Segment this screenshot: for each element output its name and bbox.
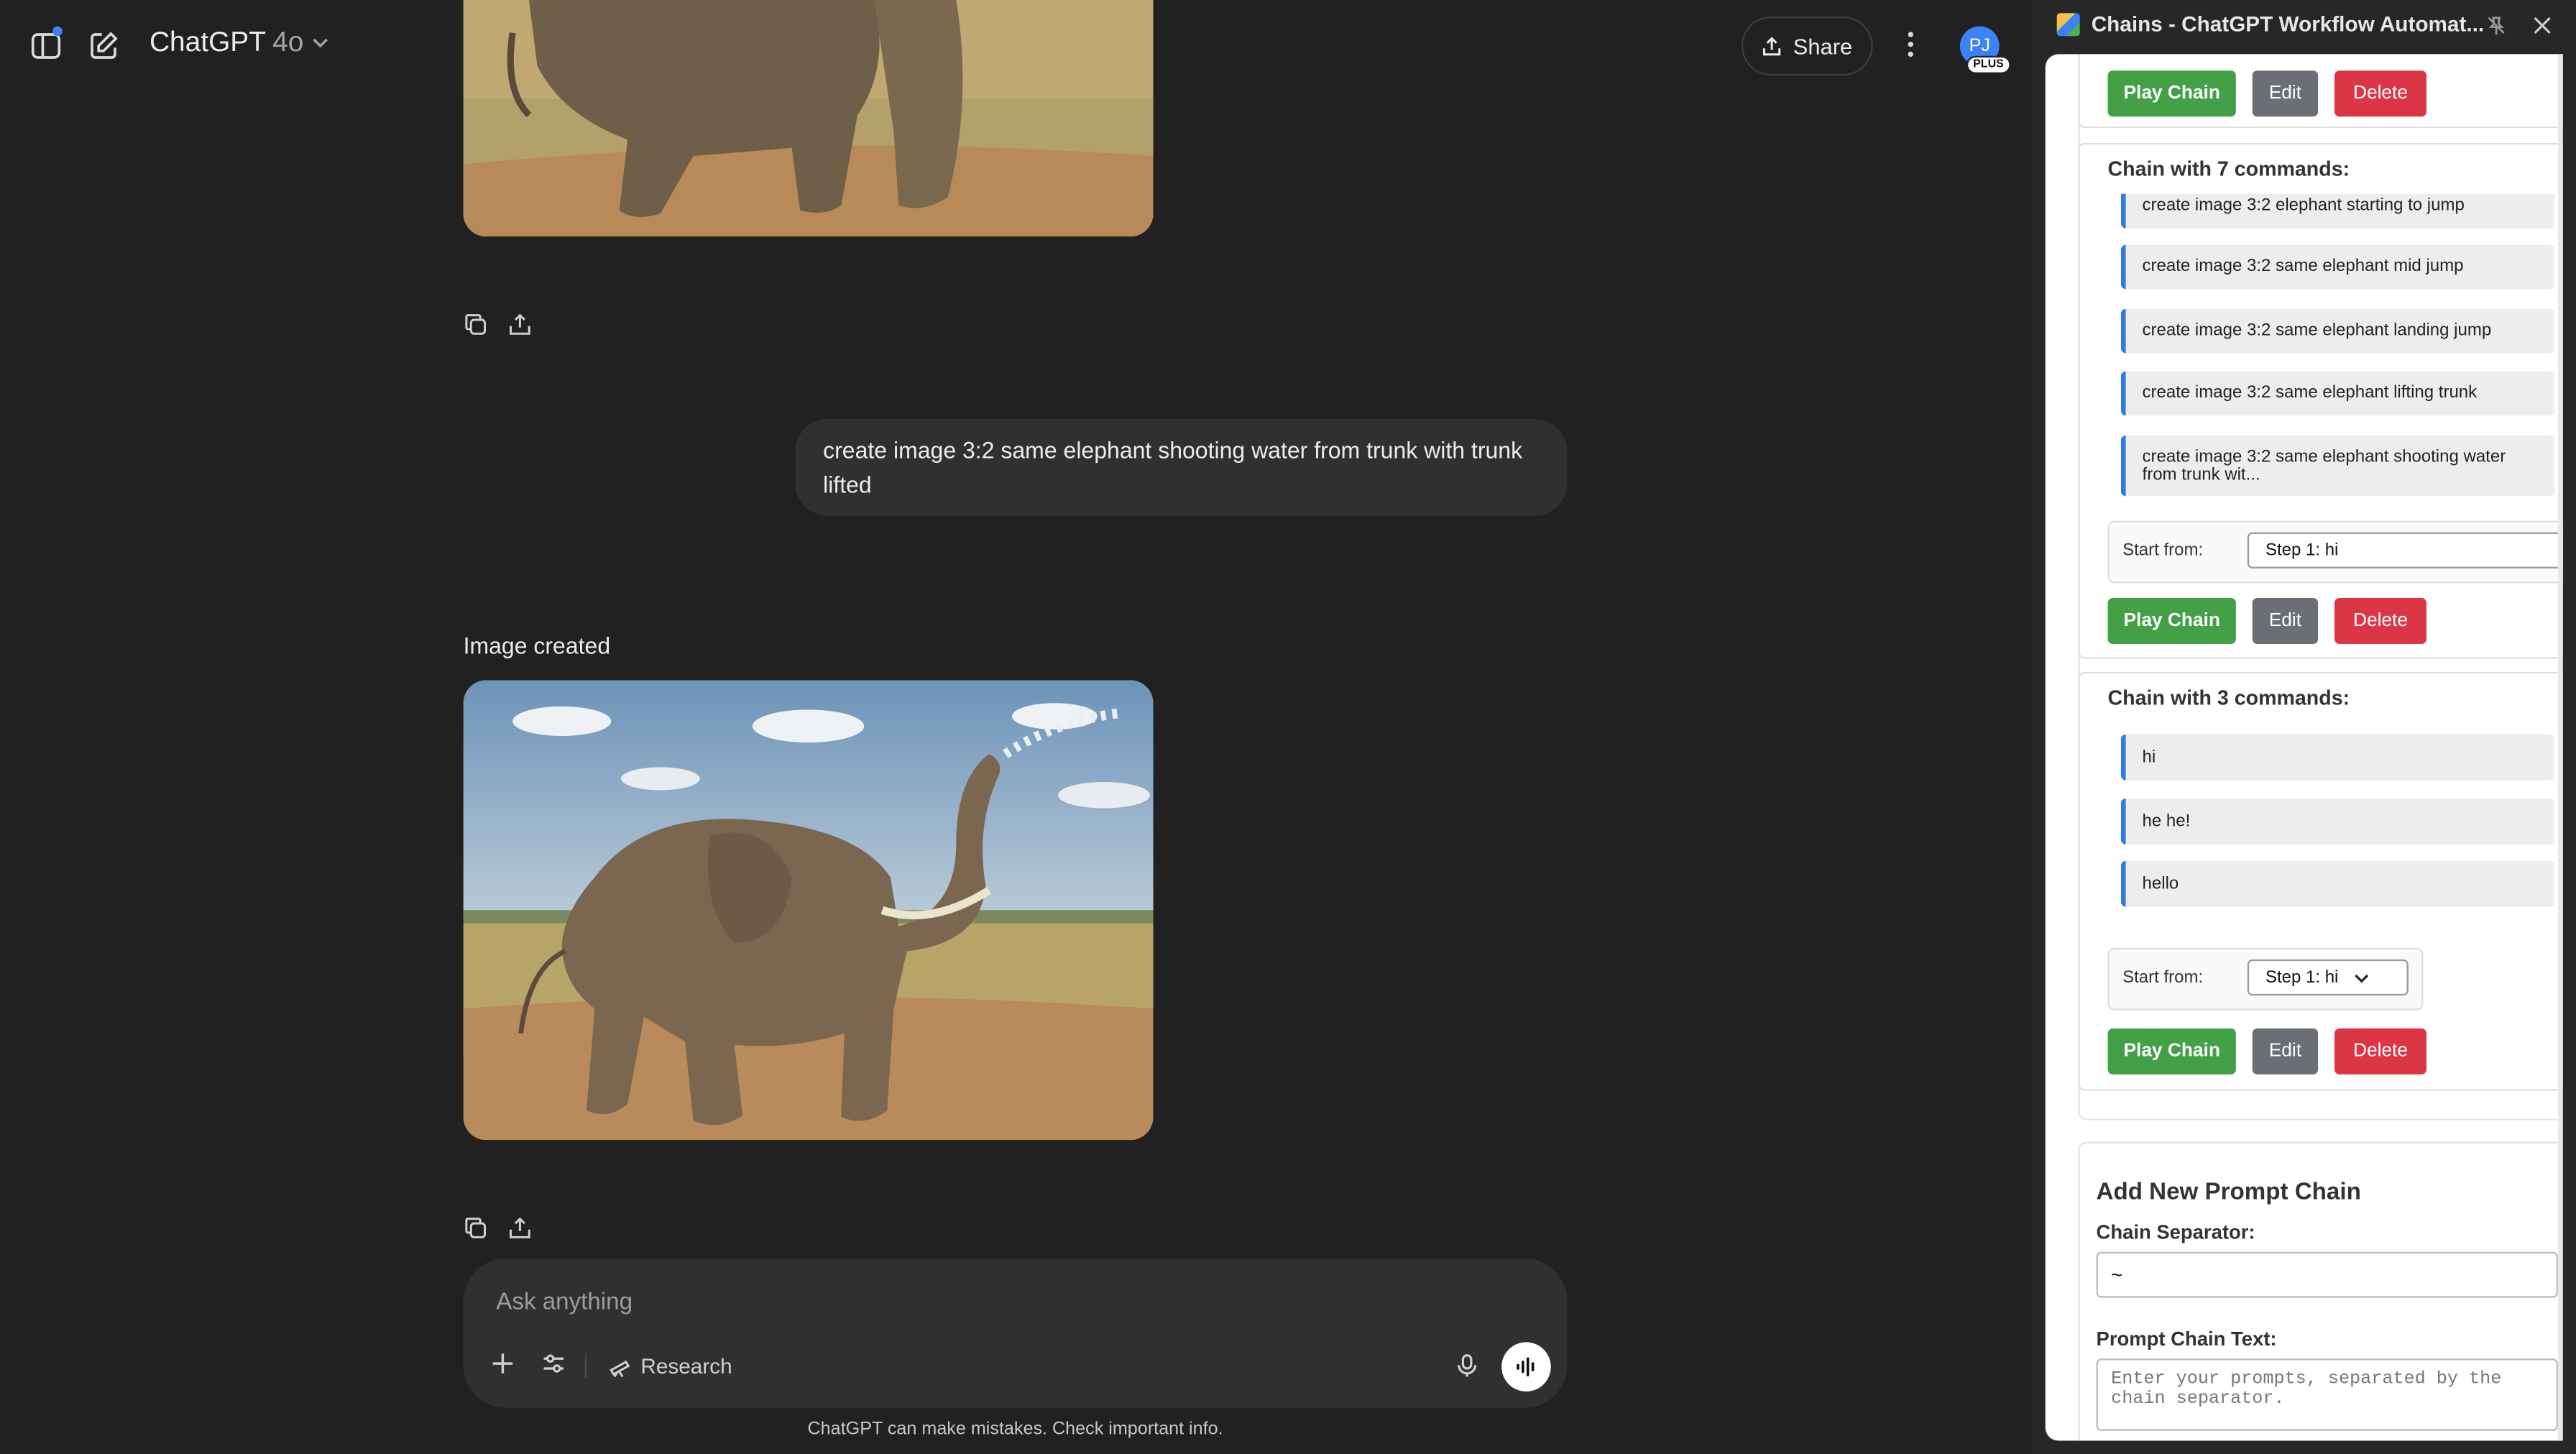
- upload-icon[interactable]: [507, 1215, 532, 1240]
- model-name: ChatGPT: [149, 26, 266, 57]
- chain-text-input[interactable]: [2096, 1358, 2558, 1431]
- share-icon: [1764, 36, 1782, 55]
- elephant-image: [463, 0, 1154, 237]
- panel-header: Chains - ChatGPT Workflow Automat...: [2056, 11, 2517, 37]
- notification-dot: [52, 26, 63, 37]
- sidebar-toggle-button[interactable]: [28, 26, 64, 64]
- edit-chain-button[interactable]: Edit: [2252, 1028, 2319, 1075]
- start-from-label: Start from:: [2122, 967, 2204, 988]
- tools-button[interactable]: [542, 1352, 565, 1375]
- chain-title: Chain with 3 commands:: [2107, 686, 2350, 710]
- waveform-icon: [1517, 1357, 1535, 1376]
- research-label: Research: [640, 1353, 732, 1379]
- kebab-icon: [1908, 32, 1913, 57]
- compose-icon: [91, 32, 118, 59]
- image-created-label: Image created: [463, 632, 611, 659]
- chain-command: create image 3:2 same elephant landing j…: [2120, 308, 2555, 354]
- chevron-down-icon: [312, 38, 328, 48]
- microphone-icon: [1458, 1354, 1477, 1377]
- separator-input[interactable]: [2096, 1251, 2558, 1298]
- chain-card-0: Play Chain Edit Delete: [2078, 54, 2563, 129]
- play-chain-button[interactable]: Play Chain: [2107, 597, 2236, 644]
- sliders-icon: [543, 1354, 564, 1373]
- delete-chain-button[interactable]: Delete: [2334, 597, 2426, 644]
- elephant-image: [463, 680, 1154, 1141]
- start-from-value: Step 1: hi: [2265, 540, 2339, 561]
- model-version: 4o: [272, 26, 304, 57]
- start-from-row: Start from: Step 1: hi: [2107, 520, 2563, 584]
- chain-command: create image 3:2 elephant starting to ju…: [2120, 193, 2555, 229]
- panel-title: Chains - ChatGPT Workflow Automat...: [2091, 11, 2485, 37]
- copy-icon[interactable]: [464, 312, 488, 336]
- share-button[interactable]: Share: [1741, 16, 1873, 76]
- play-chain-button[interactable]: Play Chain: [2107, 70, 2236, 117]
- panel-scrollbar[interactable]: [2557, 54, 2563, 1441]
- chain-command[interactable]: hello: [2120, 860, 2555, 907]
- generated-image-previous[interactable]: [463, 0, 1154, 237]
- chain-card-1: Chain with 7 commands: create image 3:2 …: [2078, 142, 2563, 659]
- close-icon[interactable]: [2534, 17, 2552, 34]
- separator-label: Chain Separator:: [2096, 1220, 2255, 1244]
- chain-command: create image 3:2 same elephant lifting t…: [2120, 371, 2555, 416]
- upload-icon[interactable]: [507, 312, 532, 336]
- chain-title: Chain with 7 commands:: [2107, 157, 2350, 181]
- telescope-icon: [610, 1359, 630, 1377]
- chain-command: create image 3:2 same elephant shooting …: [2120, 435, 2555, 497]
- research-button[interactable]: Research: [608, 1353, 732, 1379]
- model-selector[interactable]: ChatGPT 4o: [150, 27, 330, 60]
- start-from-value: Step 1: hi: [2265, 967, 2339, 988]
- user-message: create image 3:2 same elephant shooting …: [795, 418, 1568, 516]
- delete-chain-button[interactable]: Delete: [2334, 70, 2426, 117]
- delete-chain-button[interactable]: Delete: [2334, 1028, 2426, 1075]
- message-actions-2: [464, 1215, 533, 1240]
- voice-mode-button[interactable]: [1501, 1342, 1551, 1391]
- start-from-row: Start from: Step 1: hi: [2107, 947, 2424, 1011]
- panel-content: Play Chain Edit Delete Chain with 7 comm…: [2045, 54, 2563, 1441]
- more-options-button[interactable]: [1892, 23, 1928, 65]
- add-chain-title: Add New Prompt Chain: [2096, 1179, 2361, 1206]
- extension-icon: [2056, 12, 2080, 36]
- pin-icon[interactable]: [2485, 15, 2507, 37]
- dictate-button[interactable]: [1455, 1353, 1478, 1378]
- plan-badge: PLUS: [1966, 55, 2010, 74]
- message-actions-1: [464, 312, 533, 336]
- start-from-select[interactable]: Step 1: hi: [2247, 532, 2563, 569]
- chevron-down-icon: [2355, 973, 2369, 983]
- prompt-input[interactable]: [492, 1281, 1486, 1325]
- share-label: Share: [1793, 33, 1853, 59]
- start-from-select[interactable]: Step 1: hi: [2247, 959, 2409, 996]
- chain-card-2: Chain with 3 commands: hi he he! hello S…: [2078, 671, 2563, 1091]
- chain-command: create image 3:2 same elephant mid jump: [2120, 244, 2555, 290]
- disclaimer: ChatGPT can make mistakes. Check importa…: [807, 1419, 1223, 1440]
- app-frame: ChatGPT 4o Share PJ PLUS create image 3:…: [0, 0, 2576, 1454]
- chain-command[interactable]: hi: [2120, 734, 2555, 781]
- generated-image[interactable]: [463, 680, 1154, 1141]
- toolbar-divider: [584, 1355, 586, 1379]
- chain-text-label: Prompt Chain Text:: [2096, 1327, 2277, 1351]
- play-chain-button[interactable]: Play Chain: [2107, 1028, 2236, 1075]
- avatar-initials: PJ: [1969, 36, 1990, 56]
- start-from-label: Start from:: [2122, 540, 2204, 561]
- chain-command[interactable]: he he!: [2120, 798, 2555, 845]
- add-chain-form: Add New Prompt Chain Chain Separator: Pr…: [2078, 1141, 2563, 1441]
- edit-chain-button[interactable]: Edit: [2252, 597, 2319, 644]
- new-chat-button[interactable]: [86, 28, 121, 64]
- plus-icon: [492, 1353, 513, 1374]
- composer: Research: [463, 1258, 1568, 1408]
- edit-chain-button[interactable]: Edit: [2252, 70, 2319, 117]
- chain-commands[interactable]: create image 3:2 elephant starting to ju…: [2080, 193, 2563, 506]
- attach-button[interactable]: [491, 1352, 514, 1375]
- copy-icon[interactable]: [464, 1215, 488, 1240]
